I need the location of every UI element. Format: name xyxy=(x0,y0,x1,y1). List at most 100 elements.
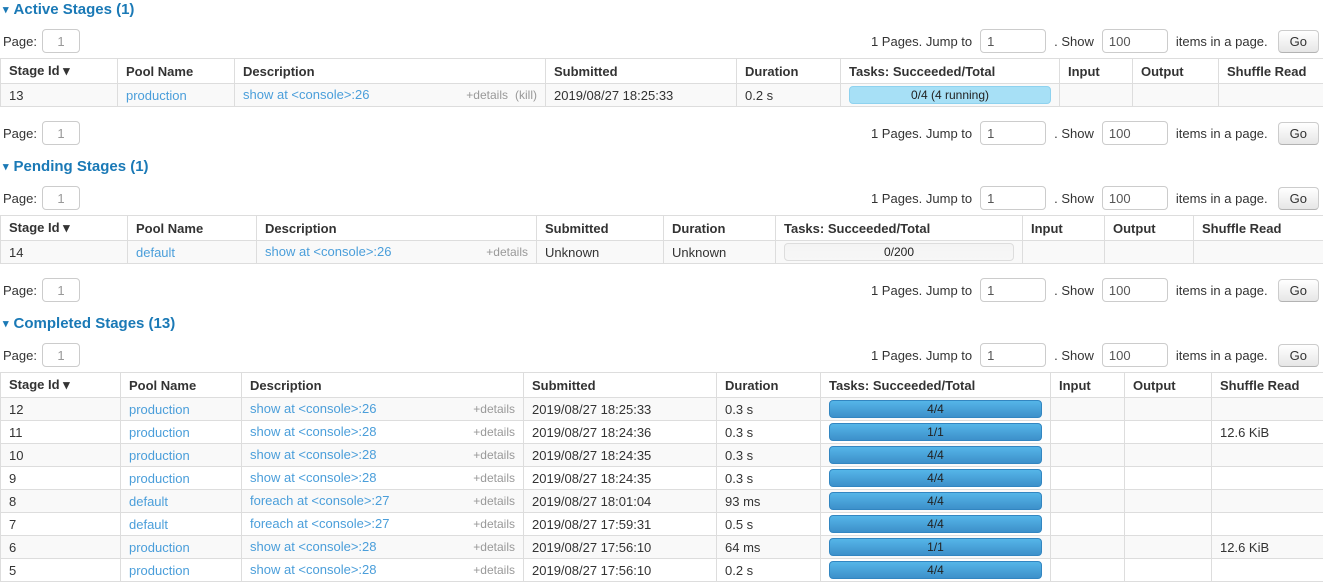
details-link[interactable]: +details xyxy=(473,540,515,554)
details-link[interactable]: +details xyxy=(473,563,515,577)
details-link[interactable]: +details xyxy=(473,425,515,439)
pool-name-link[interactable]: production xyxy=(126,88,187,103)
column-header[interactable]: Submitted xyxy=(524,373,717,398)
column-header[interactable]: Tasks: Succeeded/Total xyxy=(776,216,1023,241)
duration-cell: 0.3 s xyxy=(717,398,821,421)
column-header[interactable]: Description xyxy=(235,59,546,84)
go-button[interactable]: Go xyxy=(1278,187,1319,210)
jump-to-input[interactable] xyxy=(980,278,1046,302)
column-header[interactable]: Shuffle Read xyxy=(1212,373,1323,398)
column-header[interactable]: Duration xyxy=(664,216,776,241)
show-count-input[interactable] xyxy=(1102,186,1168,210)
pool-name-link[interactable]: production xyxy=(129,402,190,417)
description-link[interactable]: show at <console>:26 xyxy=(265,244,391,259)
jump-to-input[interactable] xyxy=(980,186,1046,210)
progress-label: 0/200 xyxy=(884,245,914,259)
items-text: items in a page. xyxy=(1176,126,1268,141)
description-link[interactable]: show at <console>:28 xyxy=(250,447,376,462)
jump-to-input[interactable] xyxy=(980,121,1046,145)
section-header-pending[interactable]: ▾Pending Stages (1) xyxy=(3,159,1323,175)
pool-name-link[interactable]: production xyxy=(129,448,190,463)
column-header[interactable]: Stage Id ▾ xyxy=(1,59,118,84)
description-link[interactable]: show at <console>:26 xyxy=(243,87,369,102)
column-header[interactable]: Tasks: Succeeded/Total xyxy=(821,373,1051,398)
pool-name-link[interactable]: production xyxy=(129,425,190,440)
stage-id-cell: 5 xyxy=(1,559,121,582)
column-header[interactable]: Duration xyxy=(717,373,821,398)
show-count-input[interactable] xyxy=(1102,29,1168,53)
column-header[interactable]: Pool Name xyxy=(128,216,257,241)
jump-to-input[interactable] xyxy=(980,343,1046,367)
description-link[interactable]: show at <console>:28 xyxy=(250,470,376,485)
section-header-completed[interactable]: ▾Completed Stages (13) xyxy=(3,316,1323,332)
jump-to-input[interactable] xyxy=(980,29,1046,53)
details-link[interactable]: +details xyxy=(473,402,515,416)
column-header[interactable]: Description xyxy=(242,373,524,398)
page-number-input[interactable] xyxy=(42,278,80,302)
page-number-input[interactable] xyxy=(42,186,80,210)
column-header[interactable]: Input xyxy=(1051,373,1125,398)
pool-name-link[interactable]: default xyxy=(136,245,175,260)
show-count-input[interactable] xyxy=(1102,121,1168,145)
show-count-input[interactable] xyxy=(1102,278,1168,302)
column-header[interactable]: Input xyxy=(1060,59,1133,84)
column-header[interactable]: Pool Name xyxy=(118,59,235,84)
details-link[interactable]: +details xyxy=(473,471,515,485)
table-row: 7default+detailsforeach at <console>:272… xyxy=(1,513,1323,536)
details-link[interactable]: +details xyxy=(473,494,515,508)
input-cell xyxy=(1051,467,1125,490)
column-header[interactable]: Output xyxy=(1133,59,1219,84)
pool-name-link[interactable]: production xyxy=(129,563,190,578)
column-header[interactable]: Tasks: Succeeded/Total xyxy=(841,59,1060,84)
column-header[interactable]: Output xyxy=(1105,216,1194,241)
submitted-cell: 2019/08/27 18:24:36 xyxy=(524,421,717,444)
description-link[interactable]: show at <console>:26 xyxy=(250,401,376,416)
stage-id-cell: 12 xyxy=(1,398,121,421)
details-link[interactable]: +details xyxy=(466,88,508,102)
column-header[interactable]: Stage Id ▾ xyxy=(1,216,128,241)
pool-name-link[interactable]: default xyxy=(129,494,168,509)
duration-cell: 0.3 s xyxy=(717,421,821,444)
description-link[interactable]: show at <console>:28 xyxy=(250,562,376,577)
go-button[interactable]: Go xyxy=(1278,344,1319,367)
go-button[interactable]: Go xyxy=(1278,30,1319,53)
progress-label: 4/4 xyxy=(927,517,944,531)
pool-name-link[interactable]: production xyxy=(129,540,190,555)
header-row: Stage Id ▾Pool NameDescriptionSubmittedD… xyxy=(1,216,1323,241)
go-button[interactable]: Go xyxy=(1278,122,1319,145)
column-header[interactable]: Pool Name xyxy=(121,373,242,398)
description-extras: +details xyxy=(473,470,515,486)
column-header[interactable]: Description xyxy=(257,216,537,241)
pool-cell: production xyxy=(118,84,235,107)
description-link[interactable]: foreach at <console>:27 xyxy=(250,516,390,531)
column-header[interactable]: Shuffle Read xyxy=(1219,59,1323,84)
page-number-input[interactable] xyxy=(42,343,80,367)
description-extras: +details xyxy=(473,424,515,440)
page-number-input[interactable] xyxy=(42,121,80,145)
page-label: Page: xyxy=(3,283,37,298)
column-header[interactable]: Stage Id ▾ xyxy=(1,373,121,398)
column-header[interactable]: Output xyxy=(1125,373,1212,398)
show-count-input[interactable] xyxy=(1102,343,1168,367)
details-link[interactable]: +details xyxy=(473,517,515,531)
description-link[interactable]: show at <console>:28 xyxy=(250,424,376,439)
column-header[interactable]: Submitted xyxy=(546,59,737,84)
pool-name-link[interactable]: production xyxy=(129,471,190,486)
column-header[interactable]: Submitted xyxy=(537,216,664,241)
column-header[interactable]: Input xyxy=(1023,216,1105,241)
pool-name-link[interactable]: default xyxy=(129,517,168,532)
section-header-active[interactable]: ▾Active Stages (1) xyxy=(3,2,1323,18)
kill-link[interactable]: (kill) xyxy=(515,88,537,102)
progress-label: 4/4 xyxy=(927,448,944,462)
completed-stages-table: Stage Id ▾Pool NameDescriptionSubmittedD… xyxy=(0,372,1323,582)
description-link[interactable]: show at <console>:28 xyxy=(250,539,376,554)
details-link[interactable]: +details xyxy=(486,245,528,259)
description-extras: +details (kill) xyxy=(466,87,537,103)
details-link[interactable]: +details xyxy=(473,448,515,462)
column-header[interactable]: Shuffle Read xyxy=(1194,216,1323,241)
go-button[interactable]: Go xyxy=(1278,279,1319,302)
description-link[interactable]: foreach at <console>:27 xyxy=(250,493,390,508)
page-number-input[interactable] xyxy=(42,29,80,53)
column-header[interactable]: Duration xyxy=(737,59,841,84)
page-label: Page: xyxy=(3,348,37,363)
